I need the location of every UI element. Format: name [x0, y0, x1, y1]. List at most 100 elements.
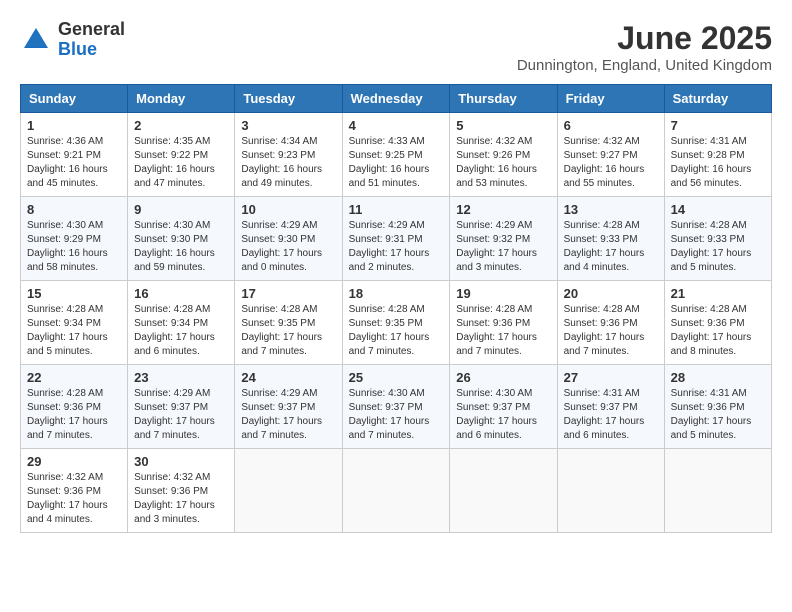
- day-number: 2: [134, 118, 228, 133]
- day-info: Sunrise: 4:34 AMSunset: 9:23 PMDaylight:…: [241, 135, 335, 191]
- day-info: Sunrise: 4:31 AMSunset: 9:36 PMDaylight:…: [671, 387, 765, 443]
- column-header-friday: Friday: [557, 85, 664, 113]
- day-number: 1: [27, 118, 121, 133]
- column-header-saturday: Saturday: [664, 85, 771, 113]
- day-number: 28: [671, 370, 765, 385]
- calendar-cell: 23 Sunrise: 4:29 AMSunset: 9:37 PMDayligh…: [128, 365, 235, 449]
- column-header-wednesday: Wednesday: [342, 85, 450, 113]
- calendar-cell: [235, 449, 342, 533]
- day-info: Sunrise: 4:32 AMSunset: 9:36 PMDaylight:…: [134, 471, 228, 527]
- calendar-cell: 2 Sunrise: 4:35 AMSunset: 9:22 PMDaylight…: [128, 113, 235, 197]
- day-number: 18: [349, 286, 444, 301]
- day-info: Sunrise: 4:30 AMSunset: 9:30 PMDaylight:…: [134, 219, 228, 275]
- day-info: Sunrise: 4:28 AMSunset: 9:35 PMDaylight:…: [241, 303, 335, 359]
- day-info: Sunrise: 4:28 AMSunset: 9:33 PMDaylight:…: [564, 219, 658, 275]
- day-number: 26: [456, 370, 550, 385]
- logo-text: General Blue: [58, 20, 125, 60]
- day-number: 4: [349, 118, 444, 133]
- page-header: General Blue June 2025 Dunnington, Engla…: [20, 20, 772, 74]
- calendar-week-row: 8Sunrise: 4:30 AMSunset: 9:29 PMDaylight…: [21, 197, 772, 281]
- calendar-cell: 8Sunrise: 4:30 AMSunset: 9:29 PMDaylight…: [21, 197, 128, 281]
- day-info: Sunrise: 4:28 AMSunset: 9:35 PMDaylight:…: [349, 303, 444, 359]
- column-header-thursday: Thursday: [450, 85, 557, 113]
- calendar-cell: 13 Sunrise: 4:28 AMSunset: 9:33 PMDayligh…: [557, 197, 664, 281]
- day-number: 11: [349, 202, 444, 217]
- calendar-cell: 7 Sunrise: 4:31 AMSunset: 9:28 PMDaylight…: [664, 113, 771, 197]
- day-number: 22: [27, 370, 121, 385]
- logo-general-text: General: [58, 20, 125, 40]
- day-number: 8: [27, 202, 121, 217]
- calendar-header-row: SundayMondayTuesdayWednesdayThursdayFrid…: [21, 85, 772, 113]
- calendar-cell: 16Sunrise: 4:28 AMSunset: 9:34 PMDayligh…: [128, 281, 235, 365]
- day-info: Sunrise: 4:28 AMSunset: 9:36 PMDaylight:…: [564, 303, 658, 359]
- day-info: Sunrise: 4:35 AMSunset: 9:22 PMDaylight:…: [134, 135, 228, 191]
- calendar-cell: 15 Sunrise: 4:28 AMSunset: 9:34 PMDayligh…: [21, 281, 128, 365]
- calendar-cell: 12 Sunrise: 4:29 AMSunset: 9:32 PMDayligh…: [450, 197, 557, 281]
- month-title: June 2025: [517, 20, 772, 57]
- calendar-cell: 6Sunrise: 4:32 AMSunset: 9:27 PMDaylight…: [557, 113, 664, 197]
- calendar-cell: 26 Sunrise: 4:30 AMSunset: 9:37 PMDayligh…: [450, 365, 557, 449]
- day-number: 17: [241, 286, 335, 301]
- column-header-tuesday: Tuesday: [235, 85, 342, 113]
- day-info: Sunrise: 4:32 AMSunset: 9:26 PMDaylight:…: [456, 135, 550, 191]
- calendar-cell: [664, 449, 771, 533]
- calendar-cell: 3 Sunrise: 4:34 AMSunset: 9:23 PMDaylight…: [235, 113, 342, 197]
- calendar-table: SundayMondayTuesdayWednesdayThursdayFrid…: [20, 84, 772, 533]
- day-info: Sunrise: 4:32 AMSunset: 9:36 PMDaylight:…: [27, 471, 121, 527]
- day-info: Sunrise: 4:30 AMSunset: 9:37 PMDaylight:…: [456, 387, 550, 443]
- day-number: 20: [564, 286, 658, 301]
- day-info: Sunrise: 4:28 AMSunset: 9:36 PMDaylight:…: [671, 303, 765, 359]
- day-number: 9: [134, 202, 228, 217]
- calendar-cell: [557, 449, 664, 533]
- calendar-cell: 28 Sunrise: 4:31 AMSunset: 9:36 PMDayligh…: [664, 365, 771, 449]
- calendar-week-row: 1 Sunrise: 4:36 AMSunset: 9:21 PMDaylight…: [21, 113, 772, 197]
- calendar-cell: 27 Sunrise: 4:31 AMSunset: 9:37 PMDayligh…: [557, 365, 664, 449]
- calendar-cell: 18 Sunrise: 4:28 AMSunset: 9:35 PMDayligh…: [342, 281, 450, 365]
- day-number: 16: [134, 286, 228, 301]
- calendar-cell: 25Sunrise: 4:30 AMSunset: 9:37 PMDayligh…: [342, 365, 450, 449]
- day-number: 24: [241, 370, 335, 385]
- column-header-sunday: Sunday: [21, 85, 128, 113]
- day-number: 12: [456, 202, 550, 217]
- day-info: Sunrise: 4:31 AMSunset: 9:37 PMDaylight:…: [564, 387, 658, 443]
- day-number: 27: [564, 370, 658, 385]
- day-info: Sunrise: 4:31 AMSunset: 9:28 PMDaylight:…: [671, 135, 765, 191]
- day-info: Sunrise: 4:28 AMSunset: 9:36 PMDaylight:…: [27, 387, 121, 443]
- title-block: June 2025 Dunnington, England, United Ki…: [517, 20, 772, 74]
- column-header-monday: Monday: [128, 85, 235, 113]
- calendar-cell: [342, 449, 450, 533]
- calendar-cell: 4Sunrise: 4:33 AMSunset: 9:25 PMDaylight…: [342, 113, 450, 197]
- calendar-cell: 11 Sunrise: 4:29 AMSunset: 9:31 PMDayligh…: [342, 197, 450, 281]
- day-number: 23: [134, 370, 228, 385]
- calendar-cell: 14Sunrise: 4:28 AMSunset: 9:33 PMDayligh…: [664, 197, 771, 281]
- day-info: Sunrise: 4:29 AMSunset: 9:32 PMDaylight:…: [456, 219, 550, 275]
- day-number: 3: [241, 118, 335, 133]
- calendar-cell: 22 Sunrise: 4:28 AMSunset: 9:36 PMDayligh…: [21, 365, 128, 449]
- day-info: Sunrise: 4:29 AMSunset: 9:37 PMDaylight:…: [134, 387, 228, 443]
- day-number: 29: [27, 454, 121, 469]
- calendar-cell: 21 Sunrise: 4:28 AMSunset: 9:36 PMDayligh…: [664, 281, 771, 365]
- day-info: Sunrise: 4:28 AMSunset: 9:34 PMDaylight:…: [27, 303, 121, 359]
- calendar-week-row: 15 Sunrise: 4:28 AMSunset: 9:34 PMDayligh…: [21, 281, 772, 365]
- day-info: Sunrise: 4:29 AMSunset: 9:37 PMDaylight:…: [241, 387, 335, 443]
- calendar-week-row: 22 Sunrise: 4:28 AMSunset: 9:36 PMDayligh…: [21, 365, 772, 449]
- day-number: 7: [671, 118, 765, 133]
- logo-icon: [20, 24, 52, 56]
- day-number: 13: [564, 202, 658, 217]
- day-number: 5: [456, 118, 550, 133]
- calendar-cell: 10 Sunrise: 4:29 AMSunset: 9:30 PMDayligh…: [235, 197, 342, 281]
- day-info: Sunrise: 4:32 AMSunset: 9:27 PMDaylight:…: [564, 135, 658, 191]
- calendar-cell: 24 Sunrise: 4:29 AMSunset: 9:37 PMDayligh…: [235, 365, 342, 449]
- day-number: 25: [349, 370, 444, 385]
- calendar-cell: 30Sunrise: 4:32 AMSunset: 9:36 PMDayligh…: [128, 449, 235, 533]
- day-info: Sunrise: 4:29 AMSunset: 9:31 PMDaylight:…: [349, 219, 444, 275]
- day-number: 19: [456, 286, 550, 301]
- calendar-week-row: 29 Sunrise: 4:32 AMSunset: 9:36 PMDayligh…: [21, 449, 772, 533]
- day-number: 15: [27, 286, 121, 301]
- day-number: 21: [671, 286, 765, 301]
- location: Dunnington, England, United Kingdom: [517, 57, 772, 74]
- day-info: Sunrise: 4:36 AMSunset: 9:21 PMDaylight:…: [27, 135, 121, 191]
- day-info: Sunrise: 4:29 AMSunset: 9:30 PMDaylight:…: [241, 219, 335, 275]
- day-number: 10: [241, 202, 335, 217]
- day-info: Sunrise: 4:28 AMSunset: 9:36 PMDaylight:…: [456, 303, 550, 359]
